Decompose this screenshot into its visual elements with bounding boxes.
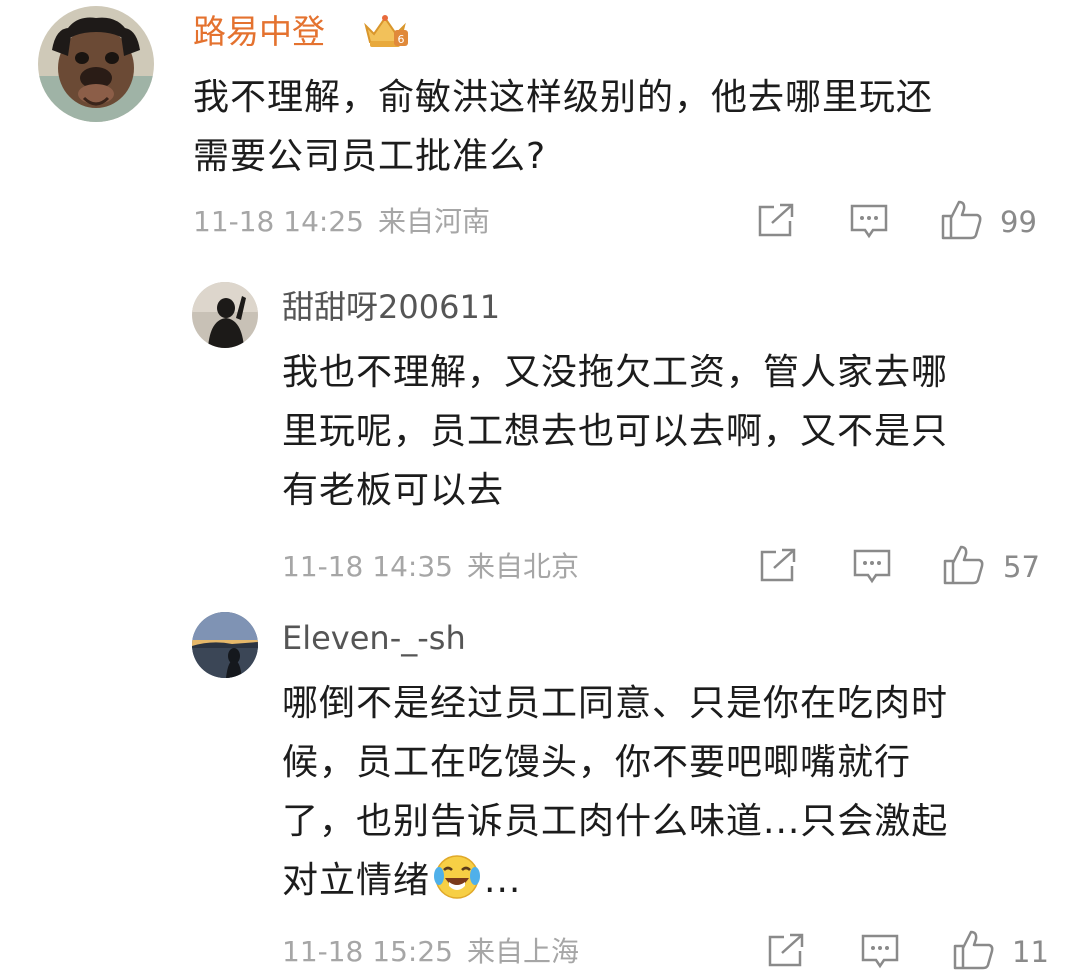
comment-line: 哪倒不是经过员工同意、只是你在吃肉时 <box>282 683 949 724</box>
share-icon[interactable] <box>756 203 796 239</box>
username[interactable]: Eleven-_-sh <box>282 618 466 658</box>
user-avatar[interactable] <box>192 282 258 348</box>
comment-icon[interactable] <box>852 548 892 586</box>
comment-line: 对立情绪... <box>282 851 948 910</box>
bulldog-avatar <box>38 6 154 122</box>
user-avatar[interactable] <box>192 612 258 678</box>
location: 来自北京 <box>466 550 579 583</box>
timestamp: 11-18 15:25 <box>282 935 453 968</box>
comment-line: 候，员工在吃馒头，你不要吧唧嘴就行 <box>282 742 912 783</box>
comment-meta: 11-18 14:35 来自北京 <box>282 549 579 585</box>
lake-sunset-avatar <box>192 612 258 678</box>
user-avatar[interactable] <box>38 6 154 122</box>
crown-badge-icon: 6 <box>360 12 410 50</box>
share-icon[interactable] <box>766 933 806 969</box>
comment-line: 我也不理解，又没拖欠工资，管人家去哪 <box>282 352 949 393</box>
username[interactable]: 甜甜呀200611 <box>282 287 500 327</box>
username[interactable]: 路易中登 <box>193 12 325 52</box>
silhouette-avatar <box>192 282 258 348</box>
svg-text:6: 6 <box>398 33 405 46</box>
location: 来自河南 <box>377 205 490 238</box>
comment-line: 有老板可以去 <box>282 470 505 511</box>
comment-line: 了，也别告诉员工肉什么味道...只会激起 <box>282 801 949 842</box>
thumbs-up-icon[interactable] <box>942 544 986 586</box>
comment-meta: 11-18 15:25 来自上海 <box>282 934 579 970</box>
location: 来自上海 <box>466 935 579 968</box>
timestamp: 11-18 14:35 <box>282 550 453 583</box>
comment-text: 我不理解，俞敏洪这样级别的，他去哪里玩还 需要公司员工批准么? <box>193 68 933 186</box>
comment-text: 我也不理解，又没拖欠工资，管人家去哪 里玩呢，员工想去也可以去啊，又不是只 有老… <box>282 343 948 520</box>
comment-meta: 11-18 14:25 来自河南 <box>193 204 490 240</box>
thumbs-up-icon[interactable] <box>952 929 996 971</box>
share-icon[interactable] <box>758 548 798 584</box>
comment-icon[interactable] <box>849 203 889 241</box>
thumbs-up-icon[interactable] <box>940 199 984 241</box>
like-count: 57 <box>1003 550 1040 584</box>
comment-line: 需要公司员工批准么? <box>193 136 547 177</box>
comment-text-fragment: ... <box>484 860 522 901</box>
laughing-crying-emoji <box>434 854 481 900</box>
comment-icon[interactable] <box>860 933 900 971</box>
comment-text-fragment: 对立情绪 <box>282 860 431 901</box>
comment-text: 哪倒不是经过员工同意、只是你在吃肉时 候，员工在吃馒头，你不要吧唧嘴就行 了，也… <box>282 674 948 910</box>
timestamp: 11-18 14:25 <box>193 205 364 238</box>
like-count: 11 <box>1012 935 1049 969</box>
like-count: 99 <box>1000 205 1037 239</box>
comment-line: 我不理解，俞敏洪这样级别的，他去哪里玩还 <box>193 77 934 118</box>
comment-line: 里玩呢，员工想去也可以去啊，又不是只 <box>282 411 949 452</box>
